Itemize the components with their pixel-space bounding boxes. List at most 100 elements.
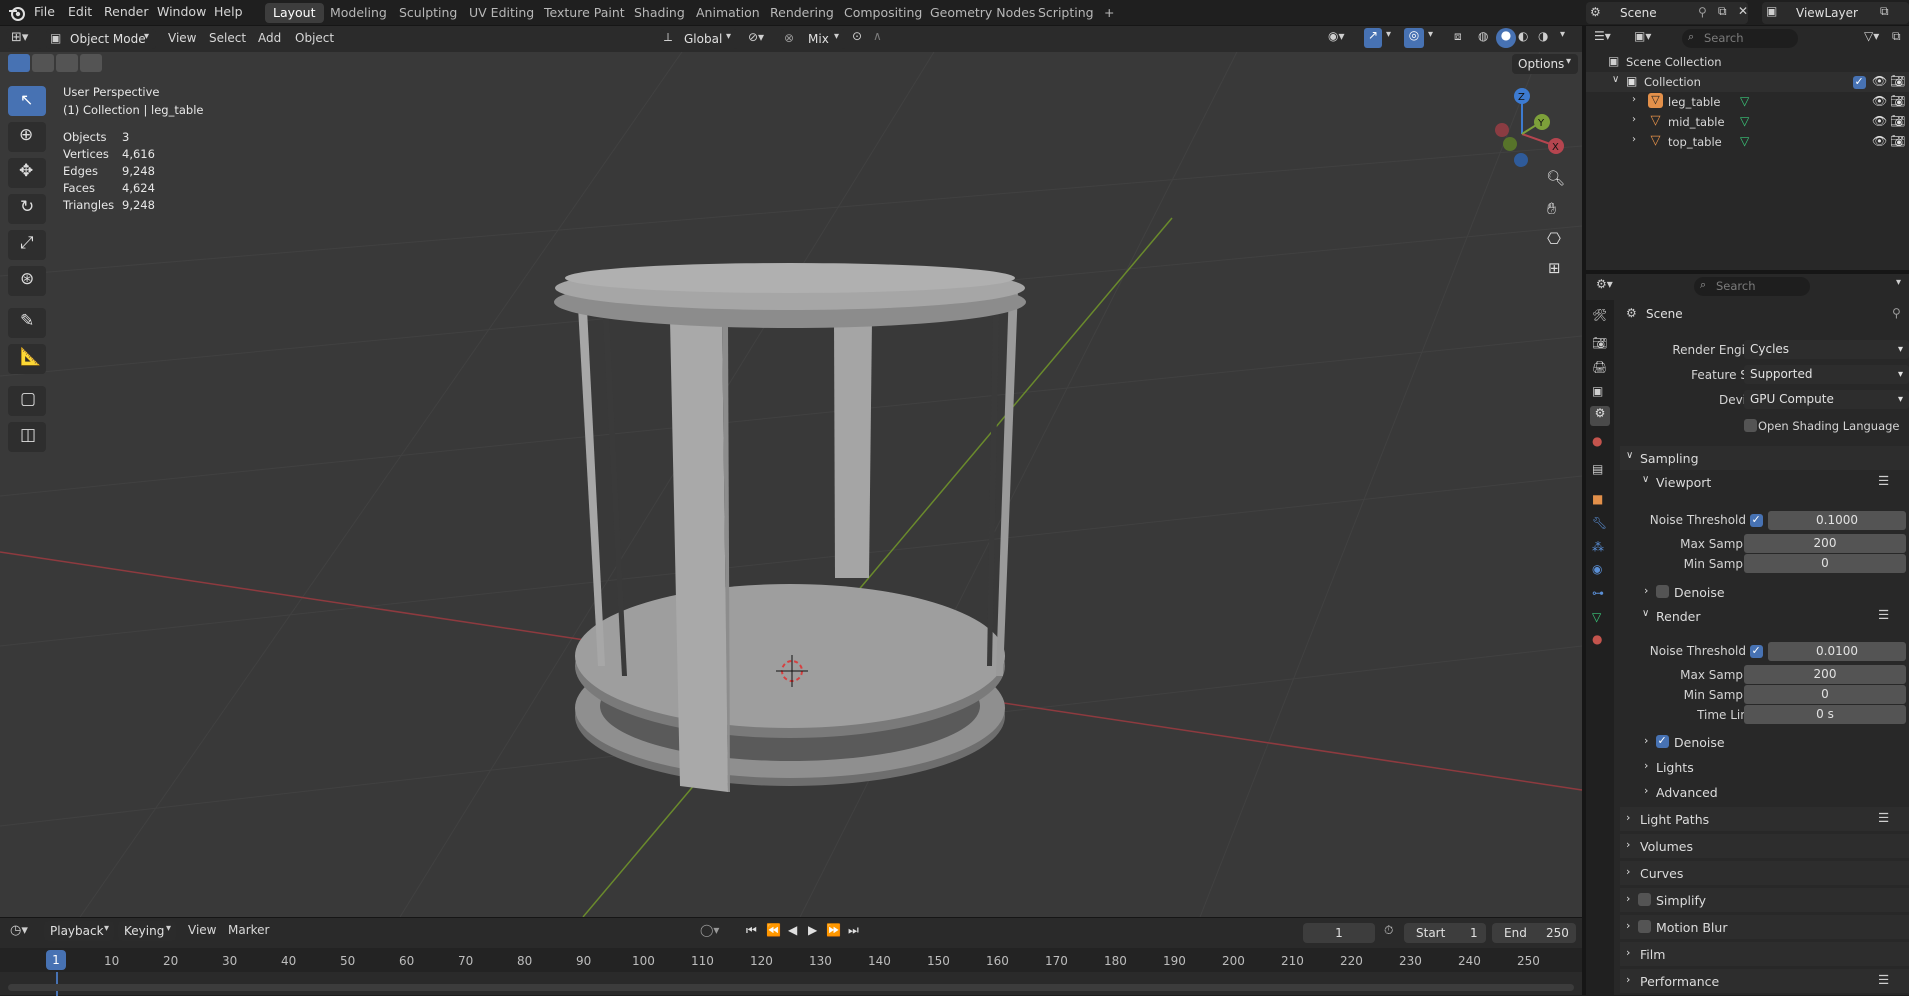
constraints-tab-icon[interactable]: ⊶ [1592, 586, 1604, 600]
menu-window[interactable]: Window [157, 4, 206, 19]
chevron-down-icon[interactable]: ▾ [1428, 29, 1433, 40]
play-icon[interactable]: ▶ [808, 923, 817, 937]
new-viewlayer-icon[interactable]: ⧉ [1880, 4, 1889, 19]
object-tab-icon[interactable]: ■ [1592, 492, 1603, 506]
r-denoise-subpanel[interactable]: › Denoise [1620, 730, 1909, 754]
material-tab-icon[interactable]: ● [1592, 632, 1602, 646]
pin-icon[interactable]: ⚲ [1892, 306, 1901, 320]
pivot-icon[interactable]: ⊘▾ [748, 30, 764, 44]
r-time-field[interactable]: 0 s [1744, 705, 1906, 724]
marker-menu[interactable]: Marker [228, 923, 269, 937]
exclude-checkbox[interactable] [1853, 75, 1866, 89]
r-denoise-checkbox[interactable] [1656, 734, 1669, 748]
timeline-scrollbar[interactable] [8, 984, 1574, 991]
camera-view-icon[interactable]: ⎔ [1547, 229, 1561, 248]
r-noise-field[interactable]: 0.0100 [1768, 642, 1906, 661]
tab-geometry-nodes[interactable]: Geometry Nodes [922, 3, 1043, 23]
filter-icon[interactable]: ▽▾ [1864, 29, 1879, 43]
menu-help[interactable]: Help [214, 4, 243, 19]
scene-tab-icon[interactable]: ⚙ [1590, 406, 1610, 426]
display-mode-icon[interactable]: ▣▾ [1634, 29, 1651, 43]
menu-add[interactable]: Add [258, 31, 281, 45]
snap-dropdown[interactable]: ⊗ Mix ▾ [780, 29, 846, 49]
3d-viewport[interactable]: ⊞▾ ▣ Object Mode ▾ View Select Add Objec… [0, 26, 1582, 917]
vp-denoise-checkbox[interactable] [1656, 585, 1669, 598]
wireframe-shading-icon[interactable]: ◍ [1478, 29, 1488, 43]
mode-dropdown[interactable]: ▣ Object Mode ▾ [46, 29, 156, 49]
add-object-tool[interactable]: ◫ [8, 422, 46, 452]
menu-file[interactable]: File [34, 4, 55, 19]
ortho-grid-icon[interactable]: ⊞ [1548, 259, 1561, 277]
tab-shading[interactable]: Shading [626, 3, 693, 23]
camera-icon[interactable]: 📷︎ [1890, 94, 1905, 108]
tab-sculpting[interactable]: Sculpting [391, 3, 465, 23]
render-tab-icon[interactable]: 📷︎ [1592, 336, 1607, 350]
tab-animation[interactable]: Animation [688, 3, 768, 23]
delete-scene-icon[interactable]: ✕ [1738, 4, 1748, 18]
presets-list-icon[interactable]: ☰ [1878, 810, 1889, 825]
current-frame-field[interactable]: 1 [1303, 923, 1375, 943]
new-collection-icon[interactable]: ⧉ [1892, 29, 1901, 44]
viewport-subpanel-header[interactable]: ∨ Viewport ☰ [1620, 470, 1909, 494]
tab-layout[interactable]: Layout [265, 3, 324, 23]
rendered-shading-icon[interactable]: ◑ [1538, 29, 1548, 43]
eye-icon[interactable]: 👁︎ [1872, 94, 1887, 108]
simplify-panel[interactable]: › Simplify [1620, 888, 1909, 912]
chevron-right-icon[interactable]: › [1632, 94, 1636, 105]
material-shading-icon[interactable]: ◐ [1518, 29, 1528, 43]
add-cube-tool[interactable]: ▢ [8, 386, 46, 416]
tab-texture-paint[interactable]: Texture Paint [536, 3, 633, 23]
tab-uv-editing[interactable]: UV Editing [461, 3, 542, 23]
advanced-subpanel[interactable]: › Advanced [1620, 780, 1909, 804]
new-scene-icon[interactable]: ⧉ [1718, 4, 1727, 19]
motion-blur-checkbox[interactable] [1638, 920, 1651, 933]
select-new-icon[interactable] [8, 54, 30, 72]
light-paths-panel[interactable]: › Light Paths ☰ [1620, 807, 1909, 831]
r-max-field[interactable]: 200 [1744, 665, 1906, 684]
outliner-object-row[interactable]: › ▽ leg_table ▽ 👁︎ 📷︎ [1586, 92, 1909, 112]
menu-object[interactable]: Object [295, 31, 334, 45]
performance-panel[interactable]: › Performance ☰ [1620, 969, 1909, 993]
view-layer-tab-icon[interactable]: ▣ [1592, 384, 1603, 398]
lights-subpanel[interactable]: › Lights [1620, 755, 1909, 779]
collection-tab-icon[interactable]: ▤ [1592, 462, 1603, 476]
outliner-object-row[interactable]: › ▽ mid_table ▽ 👁︎ 📷︎ [1586, 112, 1909, 132]
keying-menu[interactable]: Keying ▾ [118, 921, 176, 941]
chevron-right-icon[interactable]: › [1632, 134, 1636, 145]
jump-prev-keyframe-icon[interactable]: ⏪ [766, 923, 781, 937]
render-subpanel-header[interactable]: ∨ Render ☰ [1620, 604, 1909, 628]
presets-list-icon[interactable]: ☰ [1878, 473, 1889, 488]
scene-collection-row[interactable]: ▣ Scene Collection [1586, 52, 1909, 72]
jump-next-keyframe-icon[interactable]: ⏩ [826, 923, 841, 937]
tool-tab-icon[interactable]: 🛠︎ [1592, 308, 1607, 322]
outliner-editor-icon[interactable]: ☰▾ [1594, 29, 1611, 43]
orientation-dropdown[interactable]: ⟂ Global ▾ [660, 29, 738, 49]
blender-logo-icon[interactable] [8, 4, 26, 22]
falloff-icon[interactable]: ∧ [873, 29, 882, 43]
menu-select[interactable]: Select [209, 31, 246, 45]
collection-row[interactable]: ∨ ▣ Collection 👁︎ 📷︎ [1586, 72, 1909, 92]
data-tab-icon[interactable]: ▽ [1592, 610, 1601, 624]
cursor-tool[interactable]: ⊕ [8, 122, 46, 152]
presets-list-icon[interactable]: ☰ [1878, 972, 1889, 987]
select-subtract-icon[interactable] [56, 54, 78, 72]
output-tab-icon[interactable]: 🖨︎ [1592, 360, 1607, 374]
playback-menu[interactable]: Playback ▾ [44, 921, 114, 941]
editor-type-dropdown[interactable]: ⊞▾ [6, 29, 42, 49]
viewport-scene[interactable] [0, 26, 1582, 917]
motion-blur-panel[interactable]: › Motion Blur [1620, 915, 1909, 939]
eye-icon[interactable]: 👁︎ [1872, 134, 1887, 148]
navigation-gizmo[interactable]: Z X Y [1488, 84, 1568, 174]
scale-tool[interactable]: ⤢ [8, 230, 46, 260]
osl-checkbox[interactable] [1744, 419, 1757, 432]
camera-icon[interactable]: 📷︎ [1890, 74, 1905, 88]
simplify-checkbox[interactable] [1638, 893, 1651, 906]
properties-search-input[interactable]: ⌕ Search [1694, 277, 1810, 296]
render-engine-dropdown[interactable]: Cycles ▾ [1744, 340, 1909, 359]
world-tab-icon[interactable]: ● [1592, 434, 1602, 448]
zoom-icon[interactable]: 🔍︎ [1546, 169, 1565, 187]
vp-min-field[interactable]: 0 [1744, 554, 1906, 573]
solid-shading-icon[interactable]: ● [1496, 28, 1516, 48]
chevron-down-icon[interactable]: ∨ [1612, 74, 1619, 85]
tab-compositing[interactable]: Compositing [836, 3, 930, 23]
